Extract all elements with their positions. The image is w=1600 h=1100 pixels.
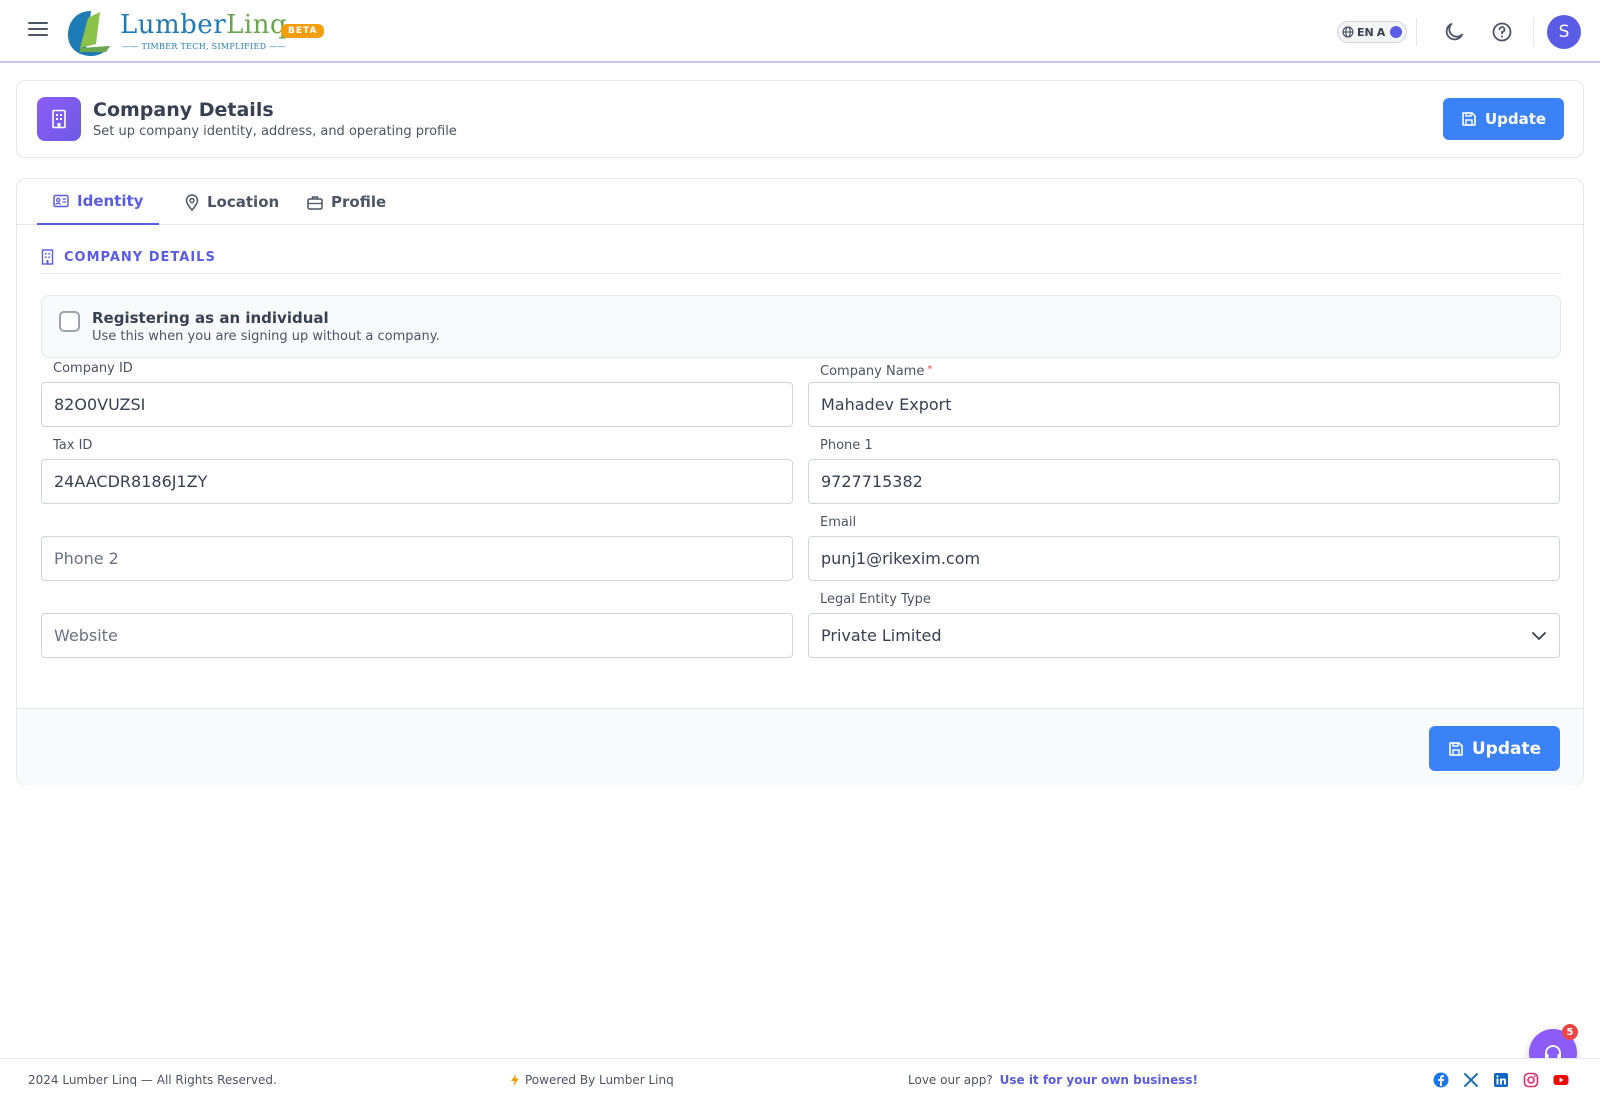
individual-description: Use this when you are signing up without… <box>92 329 440 344</box>
logo-mark-icon <box>68 11 110 56</box>
company-name-label-text: Company Name <box>820 364 925 379</box>
company-name-field[interactable] <box>808 382 1560 427</box>
facebook-icon[interactable] <box>1433 1072 1449 1088</box>
top-bar: LumberLinq —— TIMBER TECH, SIMPLIFIED ——… <box>0 0 1600 63</box>
legal-entity-value: Private Limited <box>821 626 942 645</box>
update-button-top[interactable]: Update <box>1443 98 1564 140</box>
linkedin-icon[interactable] <box>1493 1072 1509 1088</box>
menu-icon[interactable] <box>28 22 48 38</box>
building-icon <box>41 249 54 265</box>
tab-identity-label: Identity <box>77 192 144 210</box>
tab-profile-label: Profile <box>331 193 387 211</box>
x-icon[interactable] <box>1463 1072 1479 1088</box>
tab-location[interactable]: Location <box>169 179 295 225</box>
tab-bar: Identity Location Profile <box>17 179 1583 225</box>
email-label: Email <box>820 515 857 530</box>
email-field[interactable] <box>808 536 1560 581</box>
chevron-down-icon <box>1532 631 1546 640</box>
brand-name-part1: Lumber <box>120 10 227 40</box>
section-heading-label: COMPANY DETAILS <box>64 249 216 265</box>
toggle-knob <box>1390 26 1402 38</box>
powered-by-text: Powered By Lumber Linq <box>525 1073 674 1087</box>
company-id-field[interactable] <box>41 382 793 427</box>
save-icon <box>1462 112 1476 126</box>
user-avatar[interactable]: S <box>1547 15 1581 49</box>
brand-name-part2: Linq <box>226 10 288 40</box>
divider <box>1533 18 1534 46</box>
tab-profile[interactable]: Profile <box>291 179 402 225</box>
powered-by: Powered By Lumber Linq <box>511 1073 674 1087</box>
website-field[interactable] <box>41 613 793 658</box>
briefcase-icon <box>307 195 323 210</box>
beta-badge: BETA <box>281 24 325 38</box>
youtube-icon[interactable] <box>1553 1072 1569 1088</box>
company-id-label: Company ID <box>53 361 133 376</box>
moon-icon[interactable] <box>1442 20 1466 44</box>
page-header-card: Company Details Set up company identity,… <box>16 80 1584 158</box>
section-divider <box>41 273 1561 274</box>
phone1-field[interactable] <box>808 459 1560 504</box>
help-icon[interactable] <box>1490 20 1514 44</box>
individual-option: Registering as an individual Use this wh… <box>41 295 1561 358</box>
instagram-icon[interactable] <box>1523 1072 1539 1088</box>
tab-identity[interactable]: Identity <box>37 179 160 225</box>
update-label: Update <box>1484 110 1547 128</box>
company-form-card: Identity Location Profile COMPANY DETAIL… <box>16 178 1584 785</box>
form-footer: Update <box>17 708 1583 785</box>
page-footer: 2024 Lumber Linq — All Rights Reserved. … <box>0 1058 1600 1100</box>
promo-prefix: Love our app? <box>908 1073 993 1087</box>
divider <box>1416 18 1417 46</box>
tax-id-label: Tax ID <box>53 438 93 453</box>
building-icon <box>37 97 81 141</box>
brand-name: LumberLinq <box>120 10 287 40</box>
phone1-label: Phone 1 <box>820 438 873 453</box>
update-button-bottom[interactable]: Update <box>1429 726 1560 771</box>
globe-icon <box>1342 26 1354 38</box>
legal-entity-select[interactable]: Private Limited <box>808 613 1560 658</box>
map-pin-icon <box>185 193 199 211</box>
language-code: EN <box>1357 25 1374 39</box>
promo-link[interactable]: Use it for your own business! <box>1000 1073 1198 1087</box>
update-label: Update <box>1471 738 1542 759</box>
legal-entity-label: Legal Entity Type <box>820 592 931 607</box>
lightning-icon <box>511 1074 519 1086</box>
required-mark: * <box>927 364 933 375</box>
promo-text: Love our app? Use it for your own busine… <box>908 1073 1198 1087</box>
notification-badge: 5 <box>1562 1024 1578 1040</box>
individual-title: Registering as an individual <box>92 309 329 327</box>
save-icon <box>1449 741 1463 756</box>
copyright-text: 2024 Lumber Linq — All Rights Reserved. <box>28 1073 277 1087</box>
individual-checkbox[interactable] <box>59 311 80 332</box>
id-card-icon <box>53 194 69 208</box>
brand-logo[interactable]: LumberLinq —— TIMBER TECH, SIMPLIFIED —— <box>66 6 287 58</box>
company-name-label: Company Name * <box>820 364 932 379</box>
section-heading: COMPANY DETAILS <box>41 249 216 265</box>
brand-tagline: —— TIMBER TECH, SIMPLIFIED —— <box>122 42 286 51</box>
language-toggle[interactable]: EN A <box>1337 21 1407 43</box>
tab-location-label: Location <box>207 193 280 211</box>
phone2-field[interactable] <box>41 536 793 581</box>
page-title: Company Details <box>93 99 274 121</box>
language-alt: A <box>1376 25 1386 39</box>
tax-id-field[interactable] <box>41 459 793 504</box>
page-subtitle: Set up company identity, address, and op… <box>93 124 457 139</box>
